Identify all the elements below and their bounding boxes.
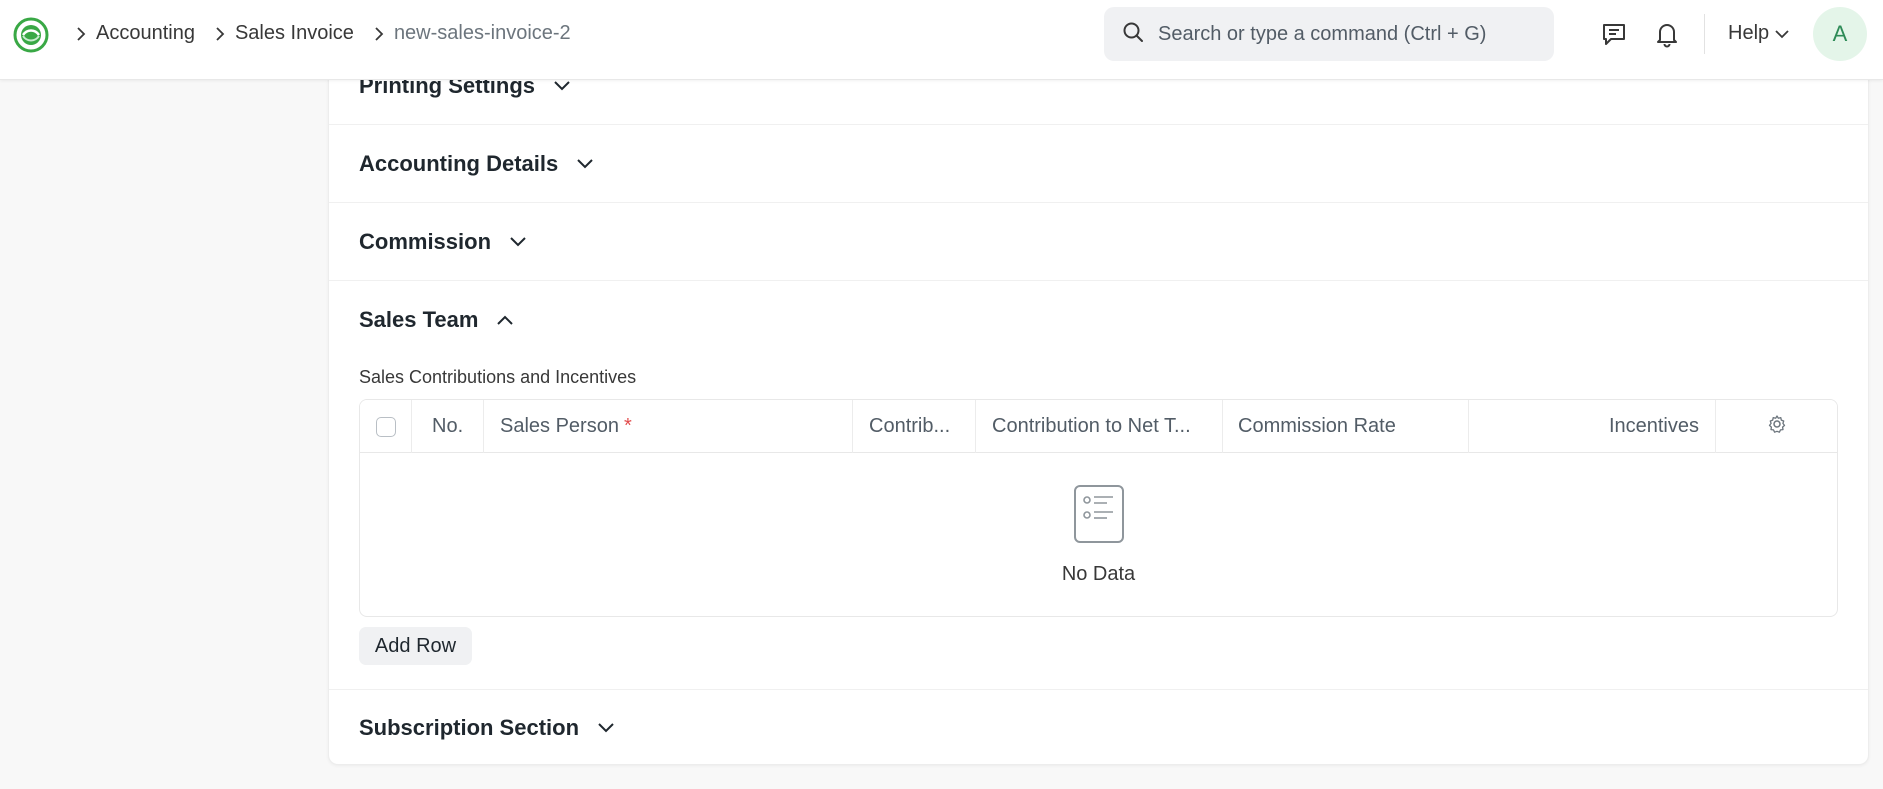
select-all-cell: [360, 400, 412, 453]
section-subscription[interactable]: Subscription Section: [359, 715, 615, 741]
column-contribution-net-label: Contribution to Net T...: [992, 415, 1191, 437]
search-placeholder: Search or type a command (Ctrl + G): [1158, 22, 1487, 45]
chevron-down-icon: [554, 81, 570, 91]
chevron-right-icon: [66, 26, 96, 41]
avatar[interactable]: A: [1813, 7, 1867, 61]
section-title: Sales Team: [359, 307, 479, 332]
column-incentives-label: Incentives: [1608, 415, 1699, 437]
chat-icon[interactable]: [1599, 19, 1629, 49]
column-commission-rate[interactable]: Commission Rate: [1223, 400, 1469, 453]
chevron-down-icon: [598, 723, 614, 733]
chevron-down-icon: [577, 159, 593, 169]
empty-state: No Data: [360, 453, 1837, 616]
column-commission-rate-label: Commission Rate: [1238, 415, 1396, 437]
column-settings: [1716, 400, 1837, 453]
navbar: Accounting Sales Invoice new-sales-invoi…: [0, 0, 1883, 80]
chevron-down-icon: [1775, 29, 1789, 38]
section-accounting-details[interactable]: Accounting Details: [359, 151, 594, 177]
section-divider: [329, 280, 1868, 281]
breadcrumb: Accounting Sales Invoice new-sales-invoi…: [66, 0, 571, 67]
column-no: No.: [412, 400, 484, 453]
column-contribution-label: Contrib...: [869, 415, 951, 437]
chevron-down-icon: [510, 237, 526, 247]
section-title: Commission: [359, 229, 492, 254]
column-no-label: No.: [432, 415, 464, 437]
section-divider: [329, 124, 1868, 125]
section-divider: [329, 689, 1868, 690]
help-label: Help: [1728, 22, 1770, 44]
empty-state-text: No Data: [1061, 563, 1136, 585]
gear-icon[interactable]: [1767, 414, 1787, 440]
app-logo-icon[interactable]: [13, 17, 49, 53]
sales-team-subtitle: Sales Contributions and Incentives: [359, 367, 637, 387]
column-sales-person[interactable]: Sales Person *: [484, 400, 853, 453]
section-title: Accounting Details: [359, 151, 559, 176]
chevron-up-icon: [497, 315, 514, 325]
select-all-checkbox[interactable]: [375, 416, 396, 437]
section-commission[interactable]: Commission: [359, 229, 527, 255]
help-dropdown[interactable]: Help: [1728, 0, 1789, 67]
column-contribution[interactable]: Contrib...: [853, 400, 976, 453]
search-input[interactable]: Search or type a command (Ctrl + G): [1104, 7, 1554, 61]
empty-list-icon: [1073, 484, 1125, 549]
breadcrumb-current: new-sales-invoice-2: [393, 22, 571, 44]
breadcrumb-accounting[interactable]: Accounting: [96, 22, 195, 45]
form-card: Printing Settings Accounting Details Com…: [328, 60, 1869, 765]
column-sales-person-label: Sales Person: [500, 415, 619, 437]
chevron-right-icon: [205, 26, 235, 41]
section-divider: [329, 202, 1868, 203]
navbar-divider: [1704, 14, 1705, 54]
breadcrumb-sales-invoice[interactable]: Sales Invoice: [235, 22, 354, 45]
chevron-right-icon: [364, 26, 394, 41]
add-row-button[interactable]: Add Row: [359, 627, 472, 665]
section-title: Subscription Section: [359, 715, 580, 740]
column-incentives[interactable]: Incentives: [1469, 400, 1716, 453]
search-icon: [1122, 21, 1144, 48]
table-header: No. Sales Person * Contrib... Contributi…: [360, 400, 1837, 453]
bell-icon[interactable]: [1652, 19, 1682, 49]
section-sales-team[interactable]: Sales Team: [359, 307, 514, 333]
required-indicator: *: [623, 415, 632, 437]
sales-team-table: No. Sales Person * Contrib... Contributi…: [359, 399, 1838, 617]
column-contribution-net-total[interactable]: Contribution to Net T...: [976, 400, 1223, 453]
